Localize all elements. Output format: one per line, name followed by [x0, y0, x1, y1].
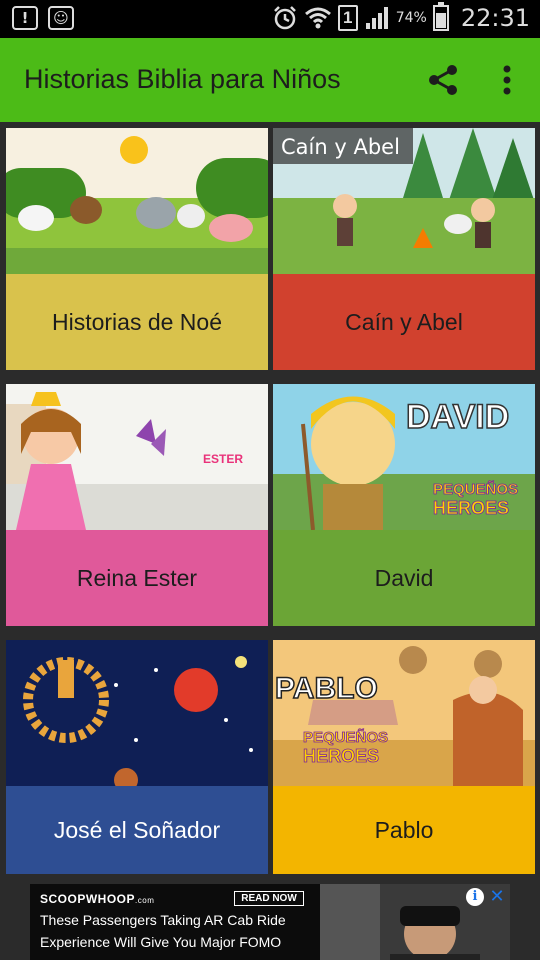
share-button[interactable] — [424, 60, 464, 100]
thumbnail-reina-ester: ESTER — [6, 384, 268, 530]
thumbnail-jose-sonador — [6, 640, 268, 786]
ad-headline-line1: These Passengers Taking AR Cab Ride — [40, 912, 286, 928]
story-label: Pablo — [273, 786, 535, 874]
story-card-cain-abel[interactable]: Caín y Abel Caín y Abel — [273, 122, 535, 370]
story-card-jose-sonador[interactable]: José el Soñador — [6, 634, 268, 874]
thumbnail-cain-abel: Caín y Abel — [273, 128, 535, 274]
thumbnail-david: DAVID PEQUEÑOS HEROES — [273, 384, 535, 530]
thumbnail-pablo: PABLO PEQUEÑOS HEROES — [273, 640, 535, 786]
ad-read-now-button[interactable]: READ NOW — [234, 891, 304, 906]
more-vert-icon — [503, 65, 511, 95]
clock: 22:31 — [460, 4, 530, 32]
system-icons: 1 74% 22:31 — [272, 2, 530, 32]
ad-banner[interactable]: SCOOPWHOOP.com READ NOW These Passengers… — [30, 884, 510, 960]
battery-icon — [432, 2, 449, 31]
story-card-noe[interactable]: Historias de Noé — [6, 122, 268, 370]
story-label: Historias de Noé — [6, 274, 268, 370]
thumb-caption-3: HEROES — [433, 498, 509, 518]
more-options-button[interactable] — [490, 60, 524, 100]
battery-percent: 74% — [395, 10, 427, 26]
notification-face-icon: ☺ — [48, 6, 74, 30]
thumb-caption: Caín y Abel — [281, 135, 400, 159]
thumb-caption: ESTER — [203, 452, 243, 466]
app-bar: Historias Biblia para Niños — [0, 38, 540, 122]
notification-alert-icon: ! — [12, 6, 38, 30]
story-card-david[interactable]: DAVID PEQUEÑOS HEROES David — [273, 378, 535, 626]
ad-close-icon[interactable]: ✕ — [488, 886, 506, 906]
ad-info-icon[interactable]: i — [466, 888, 484, 906]
ad-brand: SCOOPWHOOP.com — [40, 892, 155, 906]
ad-bar: SCOOPWHOOP.com READ NOW These Passengers… — [0, 874, 540, 960]
thumbnail-noah-ark — [6, 128, 268, 274]
thumb-caption: DAVID — [406, 398, 509, 436]
notification-icons: ! ☺ — [12, 6, 74, 30]
sim-icon: 1 — [337, 5, 358, 31]
story-card-pablo[interactable]: PABLO PEQUEÑOS HEROES Pablo — [273, 634, 535, 874]
alarm-icon — [273, 6, 296, 30]
app-title: Historias Biblia para Niños — [24, 64, 341, 94]
ad-headline-line2: Experience Will Give You Major FOMO — [40, 934, 282, 950]
thumb-caption: PABLO — [275, 672, 378, 705]
share-icon — [429, 65, 457, 95]
story-label: Caín y Abel — [273, 274, 535, 370]
thumb-caption-2: PEQUEÑOS — [433, 480, 518, 498]
story-label: David — [273, 530, 535, 626]
signal-icon — [365, 7, 388, 29]
story-card-reina-ester[interactable]: ESTER Reina Ester — [6, 378, 268, 626]
thumb-caption-2: PEQUEÑOS — [303, 728, 388, 746]
thumb-caption-3: HEROES — [303, 746, 379, 766]
wifi-icon — [304, 7, 331, 29]
story-label: Reina Ester — [6, 530, 268, 626]
status-bar: ! ☺ 1 74% 22:31 — [0, 0, 540, 38]
story-grid: Historias de Noé Caín y Abel Caín y Abel — [0, 122, 540, 874]
story-label: José el Soñador — [6, 786, 268, 874]
